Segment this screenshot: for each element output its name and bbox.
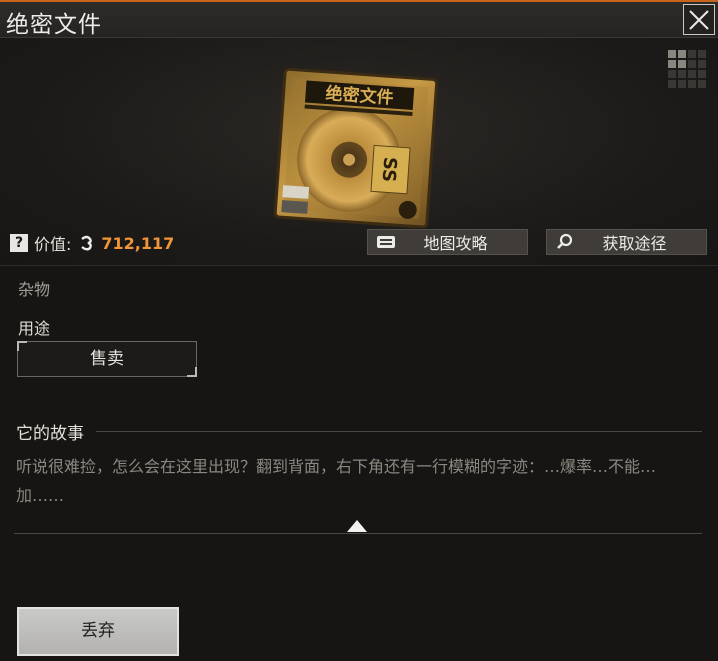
question-icon[interactable]: ? [10,234,28,252]
window-title: 绝密文件 [6,12,102,38]
svg-text:SS: SS [378,156,401,183]
map-guide-button[interactable]: 地图攻略 [367,229,528,255]
search-icon [557,233,573,249]
story-divider [96,431,702,432]
item-value: 712,117 [101,233,175,253]
chevron-up-icon [347,520,367,532]
story-text: 听说很难捡，怎么会在这里出现？翻到背面，右下角还有一行模糊的字迹：…爆率…不能…… [16,457,657,505]
title-bar: 绝密文件 [0,0,718,38]
story-heading: 它的故事 [16,424,84,444]
acquire-source-label: 获取途径 [602,234,667,253]
coin-icon [81,235,93,251]
item-category: 杂物 [18,280,51,299]
close-icon [689,9,709,30]
close-button[interactable] [683,4,715,35]
collapse-button[interactable] [339,515,375,537]
value-label: 价值: [34,235,72,254]
acquire-source-button[interactable]: 获取途径 [546,229,707,255]
grid-size-icon [668,50,706,88]
usage-heading: 用途 [18,319,51,338]
map-icon [377,236,395,248]
discard-button[interactable]: 丢弃 [17,607,179,656]
item-preview-panel: 绝密文件 SS ? 价值: 712,117 地图攻略 获取途径 [0,38,718,266]
map-guide-label: 地图攻略 [423,234,488,253]
item-value-row: ? 价值: 712,117 [10,231,174,255]
item-image: 绝密文件 SS [273,67,439,228]
sell-button[interactable]: 售卖 [17,341,197,377]
